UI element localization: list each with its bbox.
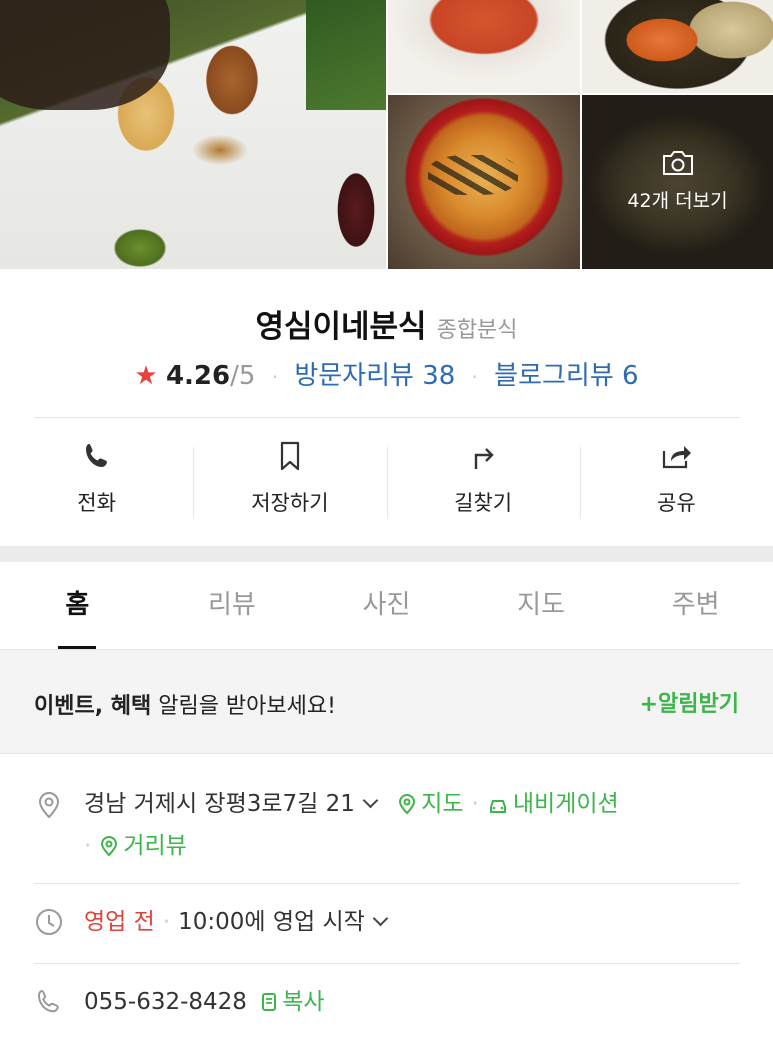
copy-icon — [262, 993, 277, 1011]
tab-reviews[interactable]: 리뷰 — [155, 562, 310, 649]
banner-bold-text: 이벤트, 혜택 — [34, 694, 152, 719]
navigation-link-label: 내비게이션 — [512, 791, 619, 817]
tab-bar: 홈 리뷰 사진 지도 주변 — [0, 562, 773, 650]
separator-dot: · — [471, 791, 479, 817]
title-row: 영심이네분식 종합분식 — [0, 301, 773, 346]
location-pin-icon — [38, 792, 60, 819]
call-button[interactable]: 전화 — [0, 439, 193, 529]
more-photos-label: 42개 더보기 — [627, 190, 728, 212]
place-name: 영심이네분식 — [255, 309, 427, 345]
rating-max: /5 — [230, 361, 256, 391]
details-section: 경남 거제시 장평3로7길 21 지도 · 내비게이션 · 거리뷰 영업 전 · 10:0… — [0, 755, 773, 1038]
rating-row: ★ 4.26/5 · 방문자리뷰 38 · 블로그리뷰 6 — [0, 355, 773, 392]
blog-reviews-link[interactable]: 블로그리뷰 6 — [494, 361, 638, 391]
car-icon — [489, 800, 506, 813]
share-icon — [663, 446, 692, 469]
phone-number[interactable]: 055-632-8428 — [84, 989, 247, 1015]
chevron-down-icon[interactable] — [362, 792, 379, 809]
subscribe-alarm-button[interactable]: +알림받기 — [640, 686, 739, 718]
directions-arrow-icon — [474, 448, 494, 469]
share-button[interactable]: 공유 — [579, 439, 773, 529]
save-button[interactable]: 저장하기 — [193, 439, 386, 529]
photo-gallery: 42개 더보기 — [0, 0, 773, 269]
phone-icon — [85, 444, 107, 467]
banner-text: 이벤트, 혜택 알림을 받아보세요! — [34, 688, 336, 720]
tab-map[interactable]: 지도 — [464, 562, 619, 649]
map-pin-icon — [399, 794, 416, 815]
divider — [34, 963, 740, 964]
hours-chevron-down-icon[interactable] — [372, 910, 389, 927]
copy-label: 복사 — [282, 989, 325, 1015]
separator-dot: · — [471, 365, 478, 389]
divider — [34, 883, 740, 884]
place-info: 영심이네분식 종합분식 ★ 4.26/5 · 방문자리뷰 38 · 블로그리뷰 6… — [0, 269, 773, 546]
streetview-link[interactable]: 거리뷰 — [99, 833, 187, 859]
tab-nearby[interactable]: 주변 — [618, 562, 773, 649]
photo-thumb-1[interactable] — [388, 0, 580, 93]
alarm-button-label: +알림받기 — [639, 692, 739, 717]
separator-dot: · — [271, 365, 279, 389]
navigation-link[interactable]: 내비게이션 — [487, 791, 619, 817]
call-label: 전화 — [77, 491, 116, 515]
main-photo[interactable] — [0, 0, 386, 269]
tab-home[interactable]: 홈 — [0, 562, 155, 649]
tab-photos[interactable]: 사진 — [309, 562, 464, 649]
place-category: 종합분식 — [436, 318, 518, 343]
action-bar: 전화 저장하기 길찾기 공유 — [0, 439, 773, 529]
rating-score: 4.26 — [165, 361, 231, 391]
banner-rest-text: 알림을 받아보세요! — [151, 694, 336, 719]
streetview-link-label: 거리뷰 — [123, 833, 187, 859]
separator-dot: · — [84, 833, 92, 859]
more-photos-button[interactable]: 42개 더보기 — [582, 95, 773, 269]
star-icon: ★ — [134, 361, 158, 391]
directions-button[interactable]: 길찾기 — [386, 439, 580, 529]
more-photos-box: 42개 더보기 — [582, 150, 773, 213]
address-text: 경남 거제시 장평3로7길 21 — [84, 791, 355, 817]
share-label: 공유 — [657, 491, 696, 515]
camera-icon — [662, 151, 693, 175]
photo-thumb-2[interactable] — [582, 0, 773, 93]
photo-thumb-3[interactable] — [388, 95, 580, 269]
copy-phone-button[interactable]: 복사 — [260, 989, 325, 1015]
visitor-reviews-link[interactable]: 방문자리뷰 38 — [294, 361, 455, 391]
section-gap — [0, 546, 773, 562]
phone-row: 055-632-8428 복사 — [34, 981, 740, 1023]
hours-row: 영업 전 · 10:00에 영업 시작 — [34, 901, 740, 943]
business-status: 영업 전 — [84, 909, 155, 935]
bookmark-icon — [280, 441, 299, 471]
phone-outline-icon — [37, 989, 59, 1013]
opening-time: 10:00에 영업 시작 — [178, 909, 365, 935]
divider — [34, 417, 740, 418]
event-banner: 이벤트, 혜택 알림을 받아보세요! +알림받기 — [0, 650, 773, 754]
directions-label: 길찾기 — [454, 491, 513, 515]
clock-icon — [36, 909, 62, 935]
streetview-pin-icon — [101, 836, 118, 857]
map-link-label: 지도 — [421, 791, 464, 817]
address-row: 경남 거제시 장평3로7길 21 지도 · 내비게이션 · 거리뷰 — [34, 783, 740, 867]
separator-dot: · — [162, 909, 171, 935]
save-label: 저장하기 — [251, 491, 329, 515]
map-link[interactable]: 지도 — [397, 791, 464, 817]
